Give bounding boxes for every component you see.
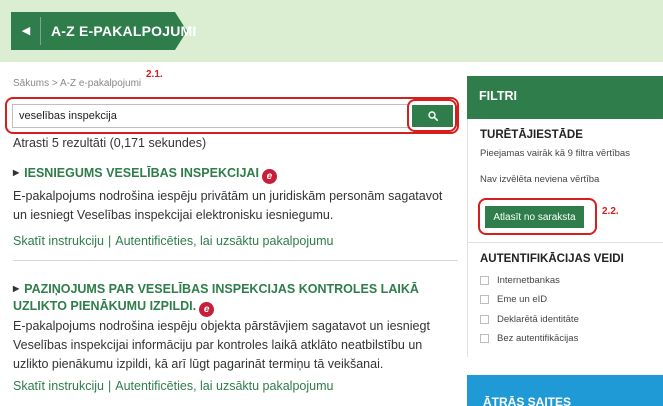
auth-option-label: Eme un eID xyxy=(497,293,548,305)
results-count: Atrasti 5 rezultāti (0,171 sekundes) xyxy=(13,136,207,150)
auth-option-label: Bez autentifikācijas xyxy=(497,332,579,344)
view-instructions-link[interactable]: Skatīt instrukciju xyxy=(13,379,104,393)
institution-available-count: Pieejamas vairāk kā 9 filtra vērtības xyxy=(480,148,630,159)
breadcrumb: Sākums > A-Z e-pakalpojumi xyxy=(13,78,141,89)
result-links-2: Skatīt instrukciju | Autentificēties, lai … xyxy=(13,379,333,393)
auth-filter-title: AUTENTIFIKĀCIJAS VEIDI xyxy=(480,253,624,265)
result-title-text: IESNIEGUMS VESELĪBAS INSPEKCIJAI xyxy=(24,166,259,180)
select-from-list-button[interactable]: Atlasīt no saraksta xyxy=(485,206,584,228)
search-button[interactable] xyxy=(412,105,453,127)
breadcrumb-home[interactable]: Sākums xyxy=(13,78,49,89)
view-instructions-link[interactable]: Skatīt instrukciju xyxy=(13,234,104,248)
result-title-text: PAZIŅOJUMS PAR VESELĪBAS INSPEKCIJAS KON… xyxy=(13,282,419,313)
filter-section-divider xyxy=(467,242,663,243)
results-divider xyxy=(13,260,458,261)
checkbox[interactable] xyxy=(480,314,489,324)
link-separator: | xyxy=(108,379,112,393)
institution-none-selected: Nav izvēlēta neviena vērtība xyxy=(480,174,600,185)
auth-option-label: Internetbankas xyxy=(497,274,560,286)
annotation-step-1: 2.1. xyxy=(146,69,163,80)
e-service-icon: e xyxy=(261,169,277,184)
search-input[interactable] xyxy=(12,104,409,128)
chevron-left-icon: ◀ xyxy=(21,25,31,37)
search-icon xyxy=(427,111,438,121)
page-title: A-Z E-PAKALPOJUMI xyxy=(51,23,197,39)
auth-option-none[interactable]: Bez autentifikācijas xyxy=(480,331,578,345)
checkbox[interactable] xyxy=(480,275,489,285)
result-links-1: Skatīt instrukciju | Autentificēties, lai … xyxy=(13,234,333,248)
e-service-icon: e xyxy=(199,302,215,317)
authenticate-link[interactable]: Autentificēties, lai uzsāktu pakalpojumu xyxy=(115,379,333,393)
auth-option-internetbank[interactable]: Internetbankas xyxy=(480,273,560,287)
title-divider xyxy=(40,17,41,45)
triangle-right-icon: ▶ xyxy=(13,284,20,293)
result-description-2: E-pakalpojums nodrošina iespēju objekta … xyxy=(13,319,430,371)
checkbox[interactable] xyxy=(480,294,489,304)
back-button[interactable]: ◀ xyxy=(16,21,36,41)
breadcrumb-separator: > xyxy=(51,78,58,89)
auth-option-label: Deklarētā identitāte xyxy=(497,313,579,325)
checkbox[interactable] xyxy=(480,333,489,343)
result-description-1: E-pakalpojums nodrošina iespēju privātām… xyxy=(13,189,443,222)
link-separator: | xyxy=(108,234,112,248)
breadcrumb-current: A-Z e-pakalpojumi xyxy=(59,78,142,89)
result-title-2[interactable]: ▶ PAZIŅOJUMS PAR VESELĪBAS INSPEKCIJAS KO… xyxy=(13,280,453,317)
filters-header: FILTRI xyxy=(467,76,663,119)
quick-links-title: ĀTRĀS SAITES xyxy=(483,395,572,406)
institution-filter-title: TURĒTĀJIESTĀDE xyxy=(480,129,583,141)
filters-title: FILTRI xyxy=(479,89,517,103)
auth-option-declared-identity[interactable]: Deklarētā identitāte xyxy=(480,312,579,326)
auth-option-eme-eid[interactable]: Eme un eID xyxy=(480,292,547,306)
quick-links-header[interactable]: ĀTRĀS SAITES xyxy=(467,375,663,406)
authenticate-link[interactable]: Autentificēties, lai uzsāktu pakalpojumu xyxy=(115,234,333,248)
annotation-step-2: 2.2. xyxy=(602,206,619,217)
triangle-right-icon: ▶ xyxy=(13,168,20,177)
page-title-tab: ◀ A-Z E-PAKALPOJUMI xyxy=(11,12,196,50)
result-title-1[interactable]: ▶ IESNIEGUMS VESELĪBAS INSPEKCIJAI e xyxy=(13,164,453,184)
